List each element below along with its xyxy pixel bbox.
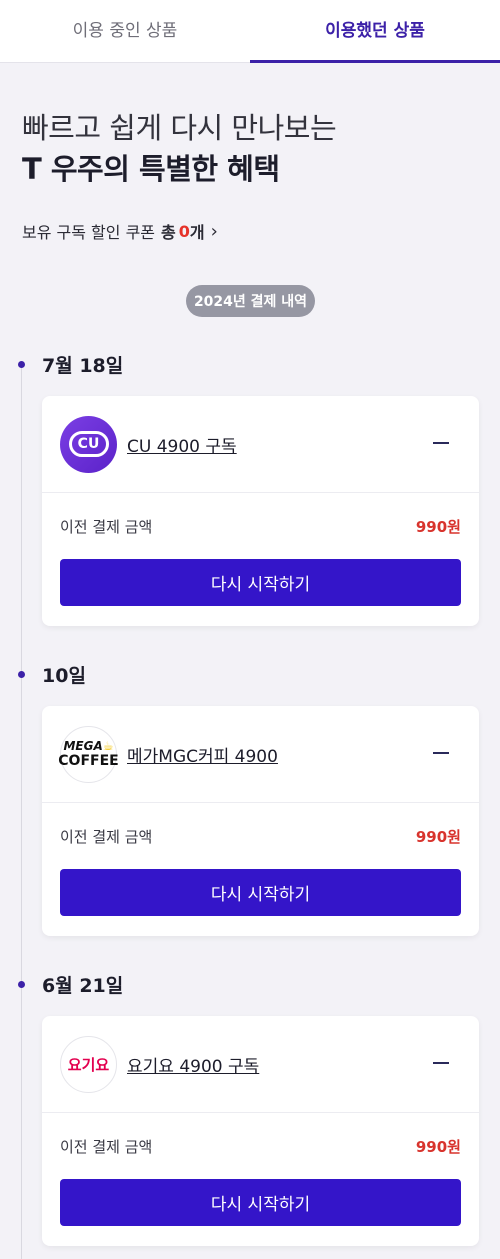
timeline-dot [18,361,25,368]
timeline-dot [18,981,25,988]
card-header: CU CU 4900 구독 [42,396,479,493]
price-value: 990원 [415,1137,461,1156]
restart-button[interactable]: 다시 시작하기 [60,559,461,606]
timeline-dot [18,671,25,678]
tab-in-use[interactable]: 이용 중인 상품 [0,0,250,62]
tab-used[interactable]: 이용했던 상품 [250,0,500,63]
restart-button[interactable]: 다시 시작하기 [60,869,461,916]
tab-bar: 이용 중인 상품 이용했던 상품 [0,0,500,63]
price-value: 990원 [415,517,461,536]
date-label: 6월 21일 [42,975,124,997]
product-link[interactable]: 요기요 4900 구독 [127,1052,259,1077]
date-label: 10일 [42,665,86,687]
mega-logo-word: MEGA [63,739,103,753]
subscription-card: 요기요 요기요 4900 구독 이전 결제 금액 990원 다시 시작하기 [42,1016,479,1246]
coupon-label: 보유 구독 할인 쿠폰 [22,223,156,242]
price-label: 이전 결제 금액 [60,1137,153,1156]
price-value: 990원 [415,827,461,846]
cu-logo-text: CU [68,431,109,457]
chevron-right-icon: › [210,220,218,242]
cup-icon: ☕ [102,739,114,753]
price-label: 이전 결제 금액 [60,517,153,536]
price-label: 이전 결제 금액 [60,827,153,846]
coupon-unit: 개 [189,223,205,242]
subscription-card: MEGA☕ COFFEE 메가MGC커피 4900 이전 결제 금액 990원 … [42,706,479,936]
coupon-link[interactable]: 보유 구독 할인 쿠폰 총 0 개 › [22,219,218,243]
mega-logo-text: MEGA☕ [63,739,113,754]
price-row: 이전 결제 금액 990원 [42,493,479,559]
headline: 빠르고 쉽게 다시 만나보는 T 우주의 특별한 혜택 [22,108,337,190]
product-link[interactable]: 메가MGC커피 4900 [127,742,278,767]
collapse-icon[interactable] [433,442,449,444]
coupon-count: 0 [178,221,190,241]
coffee-logo-text: COFFEE [58,753,119,769]
collapse-icon[interactable] [433,1062,449,1064]
coupon-total-label: 총 [161,223,176,242]
headline-line-2: T 우주의 특별한 혜택 [22,152,280,186]
headline-line-1: 빠르고 쉽게 다시 만나보는 [22,111,337,145]
collapse-icon[interactable] [433,752,449,754]
price-row: 이전 결제 금액 990원 [42,803,479,869]
mega-coffee-logo-icon: MEGA☕ COFFEE [58,725,119,783]
yogiyo-logo-icon: 요기요 [60,1035,117,1093]
card-header: MEGA☕ COFFEE 메가MGC커피 4900 [42,706,479,803]
date-label: 7월 18일 [42,355,124,377]
product-link[interactable]: CU 4900 구독 [127,432,237,457]
cu-logo-icon: CU [60,415,117,473]
year-badge: 2024년 결제 내역 [186,285,315,317]
subscription-card: CU CU 4900 구독 이전 결제 금액 990원 다시 시작하기 [42,396,479,626]
yogiyo-logo-text: 요기요 [67,1055,110,1074]
card-header: 요기요 요기요 4900 구독 [42,1016,479,1113]
restart-button[interactable]: 다시 시작하기 [60,1179,461,1226]
timeline-line [21,362,22,1259]
price-row: 이전 결제 금액 990원 [42,1113,479,1179]
